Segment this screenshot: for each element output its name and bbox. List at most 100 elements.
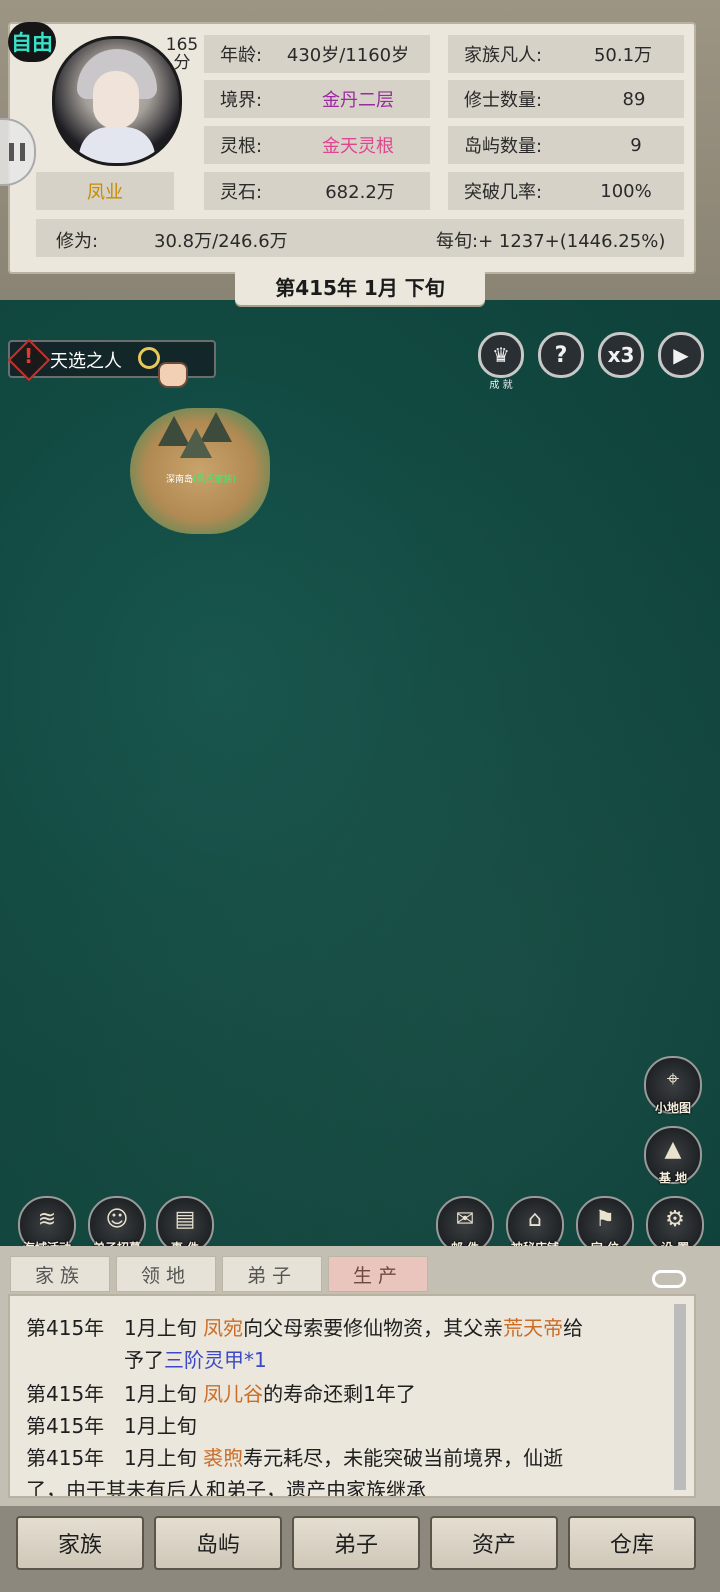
stat-value: 430岁/1160岁 <box>286 45 410 66</box>
log-entry: 第415年 1月上旬 裘煦寿元耗尽，未能突破当前境界，仙逝 <box>26 1442 563 1471</box>
stat-label: 岛屿数量: <box>464 136 543 157</box>
nav-assets-button[interactable]: 资产 <box>430 1516 558 1570</box>
cultivation-label: 修为: <box>56 231 99 252</box>
help-icon: ? <box>554 342 568 368</box>
stat-value: 89 <box>622 88 646 110</box>
log-text: 予了 <box>124 1348 164 1372</box>
score-value: 165 <box>165 35 199 55</box>
log-year: 第415年 <box>26 1446 105 1470</box>
pause-icon <box>9 143 25 161</box>
play-icon: ▶ <box>673 343 689 367</box>
log-text: 1月上旬 <box>124 1316 204 1340</box>
tab-production[interactable]: 生产 <box>328 1256 428 1292</box>
stat-value: 金天灵根 <box>322 136 394 157</box>
stat-age: 年龄: 430岁/1160岁 <box>204 35 430 73</box>
help-button[interactable]: ? <box>538 332 584 378</box>
sea-map[interactable] <box>0 290 720 1270</box>
stat-value: 100% <box>600 180 652 202</box>
stat-value: 50.1万 <box>593 45 653 66</box>
speed-button[interactable]: x3 <box>598 332 644 378</box>
stat-label: 家族凡人: <box>464 45 543 66</box>
log-entry: 第415年 1月上旬 凤儿谷的寿命还剩1年了 <box>26 1378 416 1407</box>
minimap-button[interactable]: ⌖ 小地图 <box>644 1056 702 1115</box>
stat-label: 年龄: <box>220 45 263 66</box>
target-ring-icon <box>138 347 160 369</box>
log-entry: 第415年 1月上旬 凤宛向父母索要修仙物资，其父亲荒天帝给 <box>26 1312 583 1341</box>
mail-icon: ✉ <box>455 1207 475 1232</box>
mountain-shape <box>180 428 212 458</box>
mountain-icon: ▲ <box>664 1137 682 1162</box>
tab-family[interactable]: 家族 <box>10 1256 110 1292</box>
waves-icon: ≋ <box>37 1207 57 1232</box>
log-year: 第415年 <box>26 1316 105 1340</box>
log-name: 荒天帝 <box>503 1316 564 1340</box>
shop-icon: ⌂ <box>528 1207 542 1232</box>
island-label: 深南岛(凤氏家族) <box>166 472 236 485</box>
log-text: 向父母索要修仙物资，其父亲 <box>243 1316 504 1340</box>
island-owner: (凤氏家族) <box>193 475 237 485</box>
stat-label: 修士数量: <box>464 90 543 111</box>
log-text: 1月上旬 <box>124 1414 197 1438</box>
pointer-hand-icon <box>158 362 188 388</box>
base-button[interactable]: ▲ 基 地 <box>644 1126 702 1185</box>
avatar-robe <box>79 127 155 163</box>
nav-islands-button[interactable]: 岛屿 <box>154 1516 282 1570</box>
date-text: 第415年 1月 下旬 <box>235 267 485 305</box>
stat-spirit-stones: 灵石: 682.2万 <box>204 172 430 210</box>
stat-label: 灵根: <box>220 136 263 157</box>
log-name: 凤宛 <box>203 1316 244 1340</box>
cultivation-row: 修为: 30.8万/246.6万 每旬:+ 1237+(1446.25%) <box>36 219 684 257</box>
map-pin-icon: ⌖ <box>666 1067 680 1092</box>
log-text: 寿元耗尽，未能突破当前境界，仙逝 <box>243 1446 564 1470</box>
stat-value: 9 <box>630 134 642 156</box>
achievements-caption: 成 就 <box>489 380 513 391</box>
log-entry: 第415年 1月上旬 <box>26 1410 197 1439</box>
gear-icon: ⚙ <box>665 1207 685 1232</box>
stat-islands: 岛屿数量: 9 <box>448 126 684 164</box>
play-button[interactable]: ▶ <box>658 332 704 378</box>
log-name: 裘煦 <box>203 1446 244 1470</box>
collapse-knot-icon[interactable] <box>652 1270 686 1288</box>
cultivation-value: 30.8万/246.6万 <box>154 231 288 252</box>
tab-territory[interactable]: 领地 <box>116 1256 216 1292</box>
stat-label: 突破几率: <box>464 182 543 203</box>
per-period-gain: 每旬:+ 1237+(1446.25%) <box>436 231 666 252</box>
log-text: 1月上旬 <box>124 1446 204 1470</box>
stat-spirit-root: 灵根: 金天灵根 <box>204 126 430 164</box>
log-scrollbar[interactable] <box>674 1304 686 1490</box>
character-name[interactable]: 凤业 <box>36 172 174 210</box>
date-banner: 第415年 1月 下旬 <box>0 266 720 306</box>
nav-disciples-button[interactable]: 弟子 <box>292 1516 420 1570</box>
island-name: 深南岛 <box>166 475 194 485</box>
scroll-icon: ▤ <box>174 1207 196 1232</box>
island[interactable] <box>130 408 270 534</box>
log-list[interactable]: 第415年 1月上旬 凤宛向父母索要修仙物资，其父亲荒天帝给 予了三阶灵甲*1 第… <box>8 1294 696 1498</box>
stat-label: 灵石: <box>220 182 263 203</box>
event-tag[interactable]: ! 天选之人 <box>7 338 216 388</box>
stat-value: 682.2万 <box>325 182 395 203</box>
log-name: 凤儿谷 <box>203 1382 264 1406</box>
avatar-face <box>93 71 139 129</box>
stat-mortals: 家族凡人: 50.1万 <box>448 35 684 73</box>
nav-warehouse-button[interactable]: 仓库 <box>568 1516 696 1570</box>
minimap-caption: 小地图 <box>654 1101 691 1115</box>
log-text: 了，由于其未有后人和弟子，遗产由家族继承 <box>26 1478 426 1498</box>
log-entry-continuation: 予了三阶灵甲*1 <box>124 1344 267 1373</box>
avatar[interactable] <box>52 36 182 166</box>
stat-breakthrough: 突破几率: 100% <box>448 172 684 210</box>
log-item: 三阶灵甲*1 <box>164 1348 267 1372</box>
log-year: 第415年 <box>26 1382 105 1406</box>
person-icon: ☺ <box>105 1207 129 1232</box>
mode-badge[interactable]: 自由 <box>8 22 56 62</box>
stat-cultivators: 修士数量: 89 <box>448 80 684 118</box>
stat-label: 境界: <box>220 90 263 111</box>
exclamation-icon: ! <box>24 344 34 368</box>
achievements-button[interactable]: ♛ 成 就 <box>478 332 524 391</box>
log-entry-continuation: 了，由于其未有后人和弟子，遗产由家族继承 <box>26 1474 426 1498</box>
speed-label: x3 <box>607 343 635 367</box>
tab-disciples[interactable]: 弟子 <box>222 1256 322 1292</box>
stat-value: 金丹二层 <box>322 90 394 111</box>
log-year: 第415年 <box>26 1414 105 1438</box>
log-text: 1月上旬 <box>124 1382 204 1406</box>
nav-family-button[interactable]: 家族 <box>16 1516 144 1570</box>
